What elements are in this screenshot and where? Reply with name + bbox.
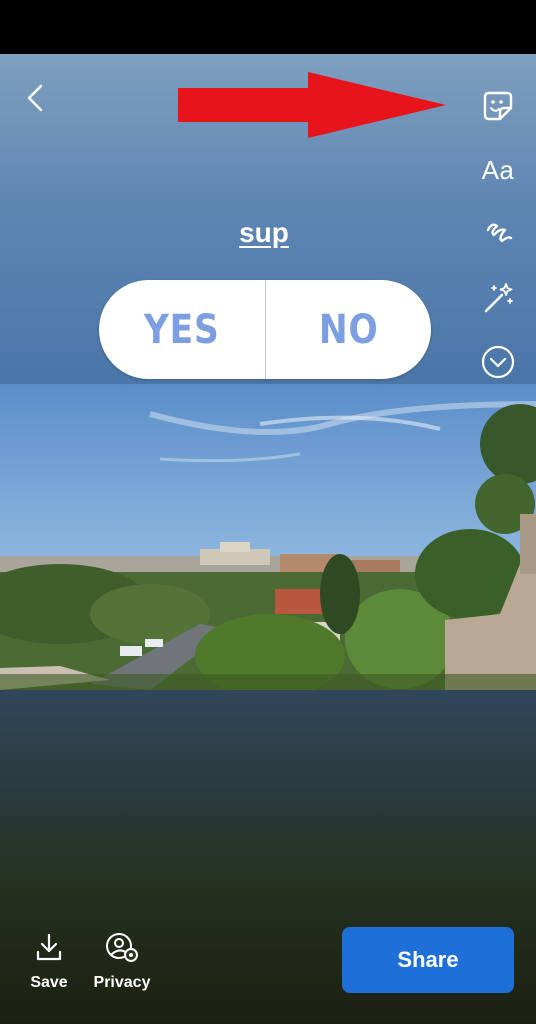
- back-button[interactable]: [18, 78, 52, 118]
- story-photo: [0, 384, 536, 690]
- chevron-down-circle-icon: [481, 345, 515, 379]
- save-button[interactable]: Save: [9, 930, 89, 992]
- privacy-button[interactable]: Privacy: [82, 930, 162, 992]
- effects-button[interactable]: [478, 278, 518, 318]
- text-tool-label: Aa: [481, 154, 515, 185]
- sticker-button[interactable]: [478, 86, 518, 126]
- privacy-settings-icon: [106, 933, 138, 962]
- poll-divider: [264, 280, 266, 379]
- more-tools-button[interactable]: [478, 342, 518, 382]
- privacy-label: Privacy: [93, 974, 151, 991]
- sticker-icon: [483, 91, 513, 121]
- poll-sticker[interactable]: YES NO: [99, 280, 431, 379]
- red-arrow-annotation: [178, 72, 446, 138]
- save-label: Save: [30, 974, 68, 991]
- story-editor: Aa sup YES NO Save Privacy Share: [0, 54, 536, 1024]
- share-button[interactable]: Share: [342, 927, 514, 993]
- back-chevron-icon: [27, 84, 43, 112]
- download-icon: [36, 933, 62, 961]
- status-bar: [0, 0, 536, 54]
- magic-wand-icon: [484, 283, 513, 313]
- text-tool-button[interactable]: Aa: [478, 150, 518, 190]
- poll-question[interactable]: sup: [0, 217, 528, 249]
- poll-option-no[interactable]: NO: [277, 280, 419, 379]
- poll-option-yes[interactable]: YES: [111, 280, 253, 379]
